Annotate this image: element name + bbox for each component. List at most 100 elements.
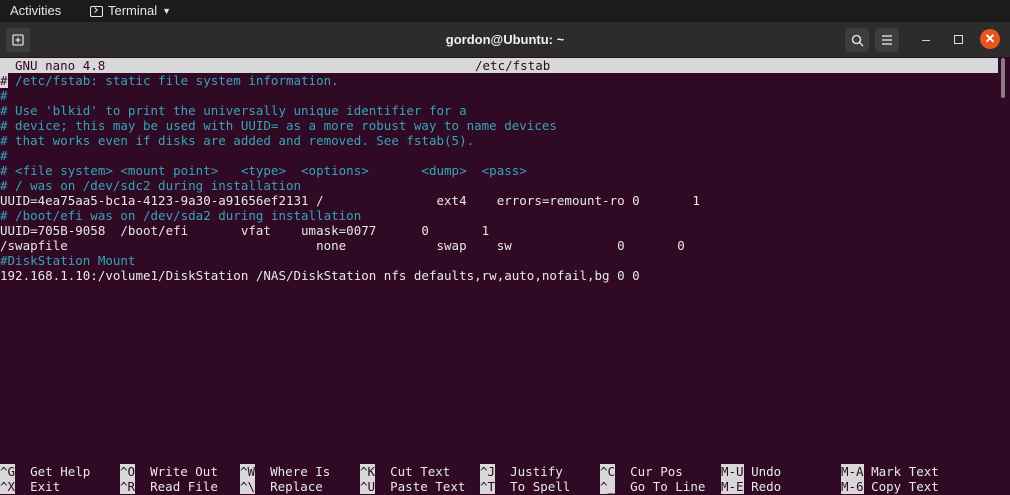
editor-line[interactable]: UUID=4ea75aa5-bc1a-4123-9a30-a91656ef213…: [0, 193, 998, 208]
shortcut-item[interactable]: ^R Read File: [120, 479, 218, 494]
editor-line[interactable]: # Use 'blkid' to print the universally u…: [0, 103, 998, 118]
search-icon: [851, 34, 864, 47]
editor-line[interactable]: UUID=705B-9058 /boot/efi vfat umask=0077…: [0, 223, 998, 238]
line-text: # Use 'blkid' to print the universally u…: [0, 103, 467, 118]
editor-line[interactable]: #: [0, 148, 998, 163]
minimize-icon: –: [922, 31, 930, 47]
shortcut-item[interactable]: ^W Where Is: [240, 464, 330, 479]
shortcut-label: Redo: [743, 479, 782, 494]
shortcut-label: Where Is: [255, 464, 331, 479]
line-text: UUID=4ea75aa5-bc1a-4123-9a30-a91656ef213…: [0, 193, 700, 208]
shortcut-key: M-E: [721, 479, 744, 494]
shortcut-key: ^U: [360, 479, 376, 494]
shortcut-item[interactable]: ^U Paste Text: [360, 479, 465, 494]
line-text: # /boot/efi was on /dev/sda2 during inst…: [0, 208, 362, 223]
shortcut-item[interactable]: M-U Undo: [721, 464, 781, 479]
line-text: # / was on /dev/sdc2 during installation: [0, 178, 302, 193]
nano-version: GNU nano 4.8: [15, 58, 106, 73]
shortcut-key: ^_: [600, 479, 616, 494]
shortcut-item[interactable]: ^X Exit: [0, 479, 60, 494]
shortcut-item[interactable]: M-E Redo: [721, 479, 781, 494]
menu-button[interactable]: [875, 28, 899, 52]
shortcut-item[interactable]: M-6 Copy Text: [841, 479, 939, 494]
shortcut-key: M-6: [841, 479, 864, 494]
hamburger-menu-icon: [882, 35, 892, 45]
editor-line[interactable]: 192.168.1.10:/volume1/DiskStation /NAS/D…: [0, 268, 998, 283]
shortcut-key: M-U: [721, 464, 744, 479]
shortcut-key: ^W: [240, 464, 256, 479]
shortcut-item[interactable]: ^T To Spell: [480, 479, 570, 494]
shortcut-item[interactable]: ^G Get Help: [0, 464, 90, 479]
close-button[interactable]: ✕: [980, 29, 1000, 49]
shortcut-label: Cur Pos: [615, 464, 683, 479]
nano-filename: /etc/fstab: [475, 58, 551, 73]
chevron-down-icon: ▼: [162, 5, 172, 16]
maximize-icon: [953, 34, 963, 44]
line-text: #: [0, 88, 8, 103]
gnome-top-bar: Activities Terminal ▼: [0, 0, 1010, 22]
shortcut-label: Cut Text: [375, 464, 451, 479]
activities-button[interactable]: Activities: [10, 3, 61, 18]
shortcut-label: Undo: [743, 464, 782, 479]
shortcut-label: Mark Text: [863, 464, 939, 479]
line-text: #DiskStation Mount: [0, 253, 136, 268]
nano-header: GNU nano 4.8 /etc/fstab: [0, 58, 998, 73]
shortcut-label: To Spell: [495, 479, 571, 494]
shortcut-item[interactable]: ^_ Go To Line: [600, 479, 705, 494]
close-icon: ✕: [984, 31, 996, 46]
shortcut-item[interactable]: ^J Justify: [480, 464, 563, 479]
editor-line[interactable]: # /boot/efi was on /dev/sda2 during inst…: [0, 208, 998, 223]
nano-shortcut-bar: ^G Get Help ^O Write Out ^W Where Is ^K Cut…: [0, 463, 1010, 495]
editor-line[interactable]: /swapfile none swap sw 0 0: [0, 238, 998, 253]
shortcut-key: ^K: [360, 464, 376, 479]
app-menu-button[interactable]: Terminal ▼: [90, 3, 171, 18]
scrollbar[interactable]: [1001, 58, 1005, 98]
shortcut-label: Write Out: [135, 464, 218, 479]
shortcut-key: ^O: [120, 464, 136, 479]
editor-buffer[interactable]: # /etc/fstab: static file system informa…: [0, 73, 998, 463]
line-text: UUID=705B-9058 /boot/efi vfat umask=0077…: [0, 223, 490, 238]
editor-line[interactable]: # <file system> <mount point> <type> <op…: [0, 163, 998, 178]
shortcut-label: Replace: [255, 479, 323, 494]
shortcut-label: Go To Line: [615, 479, 706, 494]
shortcut-key: M-A: [841, 464, 864, 479]
shortcut-item[interactable]: ^\ Replace: [240, 479, 323, 494]
maximize-button[interactable]: [947, 28, 969, 50]
window-titlebar[interactable]: gordon@Ubuntu: ~ –: [0, 22, 1010, 57]
shortcut-label: Get Help: [15, 464, 91, 479]
line-text: # that works even if disks are added and…: [0, 133, 475, 148]
shortcut-item[interactable]: M-A Mark Text: [841, 464, 939, 479]
line-text: # <file system> <mount point> <type> <op…: [0, 163, 527, 178]
shortcut-item[interactable]: ^O Write Out: [120, 464, 218, 479]
editor-line[interactable]: # /etc/fstab: static file system informa…: [0, 73, 998, 88]
shortcut-key: ^G: [0, 464, 16, 479]
shortcut-key: ^C: [600, 464, 616, 479]
shortcut-key: ^R: [120, 479, 136, 494]
app-name: Terminal: [108, 3, 158, 18]
shortcut-label: Justify: [495, 464, 563, 479]
shortcut-label: Exit: [15, 479, 61, 494]
shortcut-item[interactable]: ^C Cur Pos: [600, 464, 683, 479]
line-text: # device; this may be used with UUID= as…: [0, 118, 557, 133]
editor-line[interactable]: # / was on /dev/sdc2 during installation: [0, 178, 998, 193]
shortcut-key: ^J: [480, 464, 496, 479]
text-cursor: #: [0, 73, 8, 88]
minimize-button[interactable]: –: [915, 28, 937, 50]
line-text: #: [0, 148, 8, 163]
shortcut-key: ^X: [0, 479, 16, 494]
line-text: /swapfile none swap sw 0 0: [0, 238, 685, 253]
shortcut-label: Read File: [135, 479, 218, 494]
terminal-icon: [90, 6, 103, 17]
editor-line[interactable]: # device; this may be used with UUID= as…: [0, 118, 998, 133]
shortcut-key: ^T: [480, 479, 496, 494]
line-text: /etc/fstab: static file system informati…: [7, 73, 339, 88]
editor-line[interactable]: #: [0, 88, 998, 103]
editor-line[interactable]: #DiskStation Mount: [0, 253, 998, 268]
shortcut-key: ^\: [240, 479, 256, 494]
line-text: 192.168.1.10:/volume1/DiskStation /NAS/D…: [0, 268, 640, 283]
editor-line[interactable]: # that works even if disks are added and…: [0, 133, 998, 148]
shortcut-label: Paste Text: [375, 479, 466, 494]
shortcut-label: Copy Text: [863, 479, 939, 494]
shortcut-item[interactable]: ^K Cut Text: [360, 464, 450, 479]
search-button[interactable]: [845, 28, 869, 52]
